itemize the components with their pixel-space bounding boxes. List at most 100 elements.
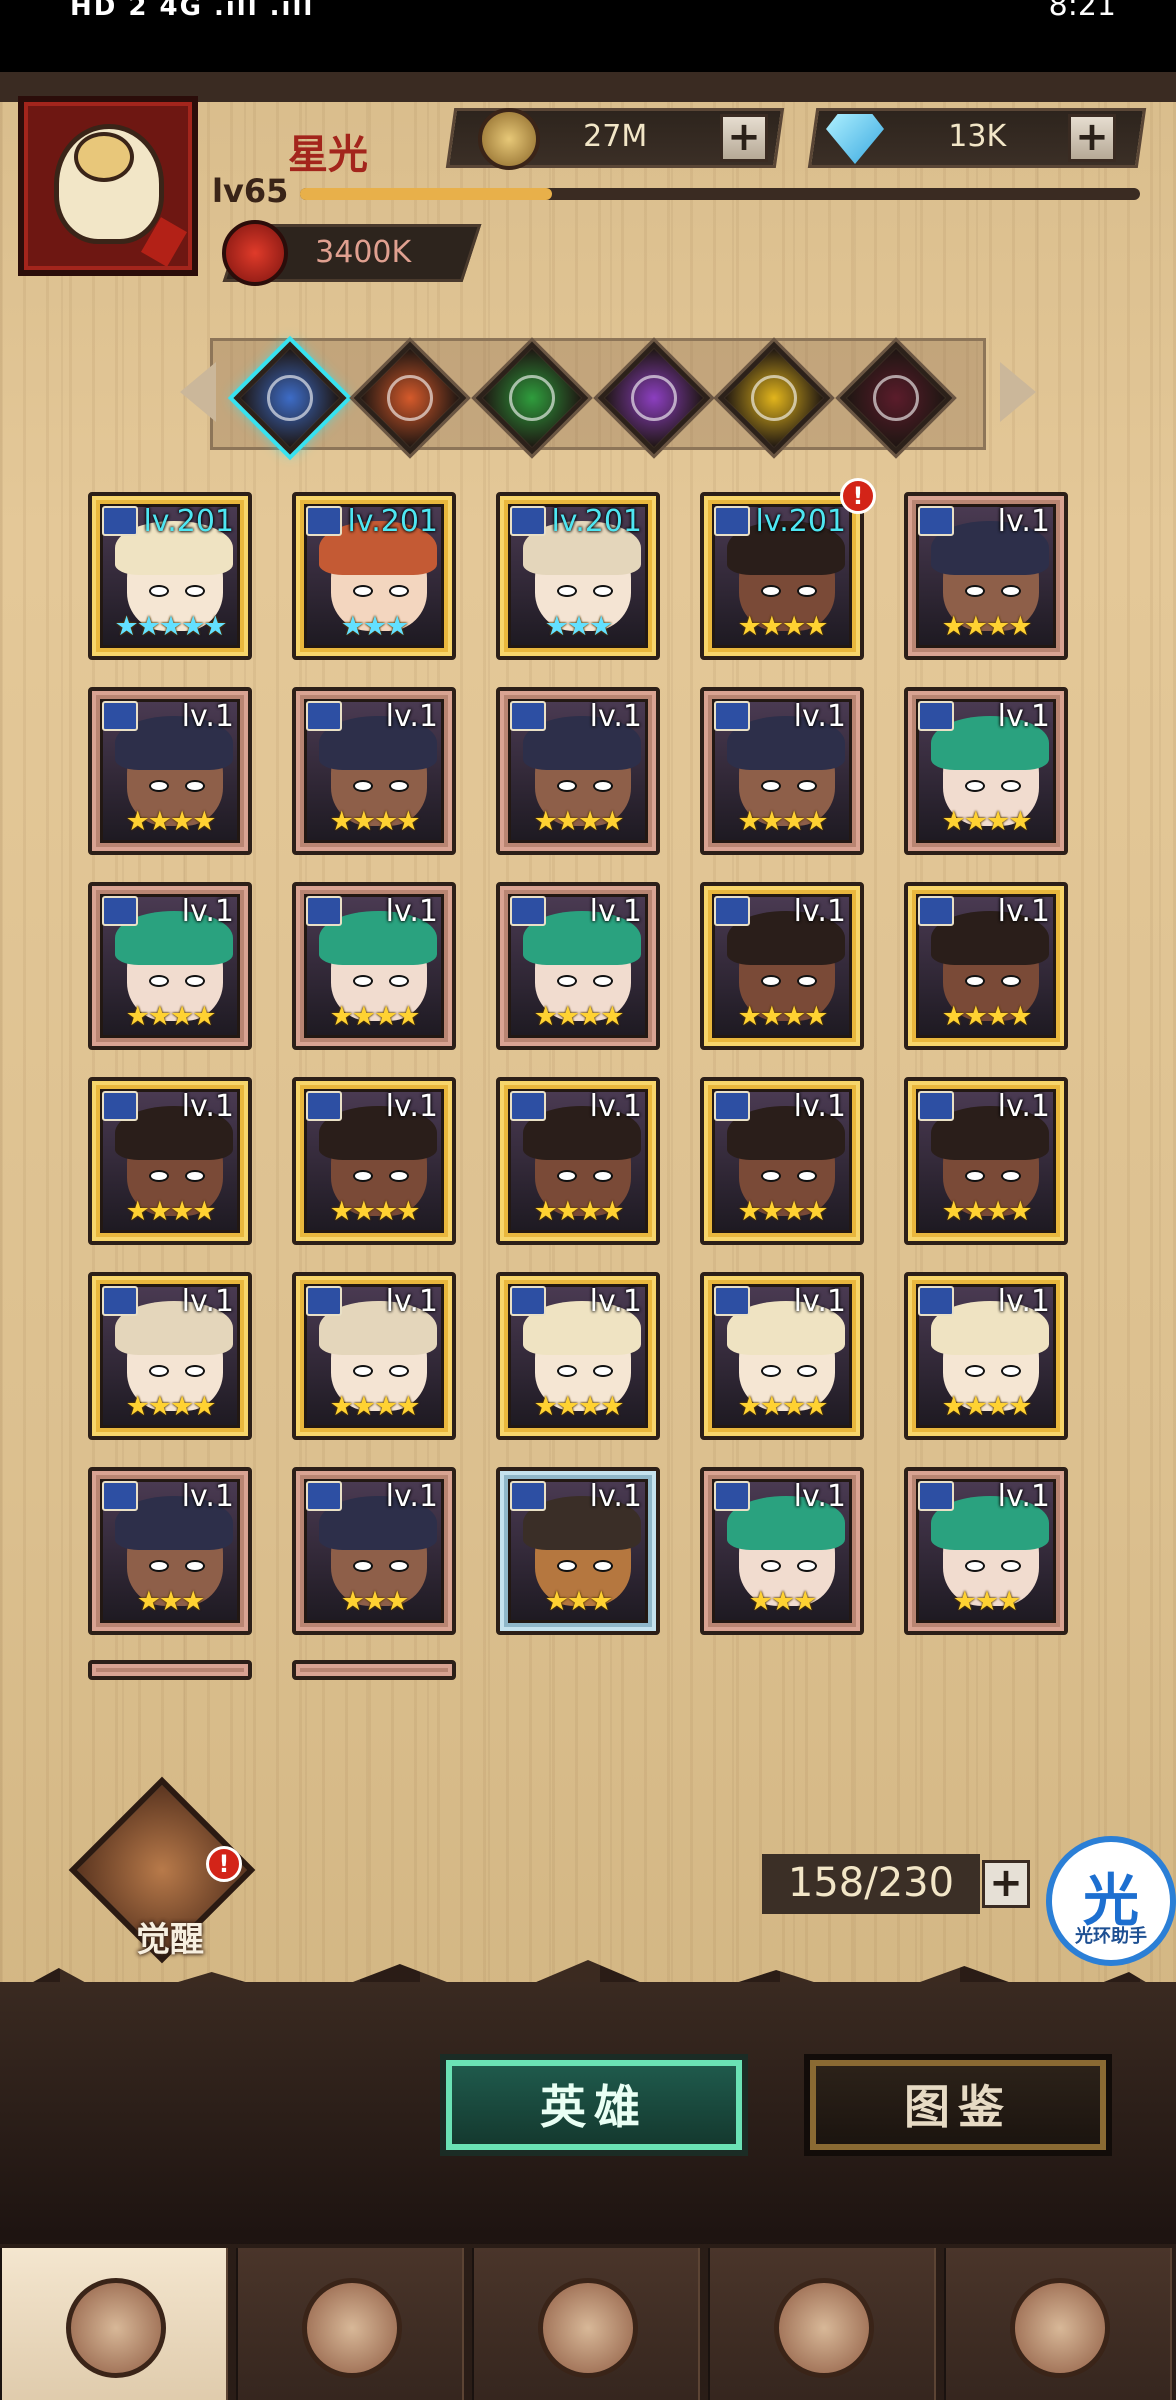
hero-card[interactable]: lv.1 ★★★★	[700, 882, 864, 1050]
hero-eye	[965, 1365, 985, 1377]
hero-stars: ★★★★	[125, 1196, 217, 1227]
hero-card-partial[interactable]	[88, 1660, 252, 1680]
hero-card[interactable]: lv.1 ★★★	[904, 1467, 1068, 1635]
nav-crossed-swords[interactable]	[472, 2248, 700, 2400]
hero-stars: ★★★★	[737, 1001, 829, 1032]
tab-codex[interactable]: 图鉴	[810, 2060, 1106, 2150]
hero-list-screen: 星光 lv65 27M + 13K + 3400K lv.201 ★★★★★ lv.…	[0, 72, 1176, 2400]
hero-eye	[761, 1170, 781, 1182]
hero-card[interactable]: lv.201 ★★★★★	[88, 492, 252, 660]
hero-level: lv.1	[385, 1479, 438, 1514]
hero-eye	[1001, 780, 1021, 792]
nav-knight-helmet[interactable]: 英雄	[0, 2248, 228, 2400]
hero-card[interactable]: lv.1 ★★★★	[904, 687, 1068, 855]
hero-card[interactable]: lv.1 ★★★★	[700, 687, 864, 855]
class-sword-icon	[918, 1286, 954, 1316]
hero-level: lv.1	[793, 894, 846, 929]
hero-eye	[557, 780, 577, 792]
hero-eye	[557, 975, 577, 987]
hero-stars: ★★★★	[125, 806, 217, 837]
hero-card[interactable]: lv.1 ★★★★	[88, 687, 252, 855]
nav-pirate-flag[interactable]	[236, 2248, 464, 2400]
hero-level: lv.1	[793, 1479, 846, 1514]
tab-heroes[interactable]: 英雄	[446, 2060, 742, 2150]
hero-level: lv.1	[589, 699, 642, 734]
halo-assistant-button[interactable]: 光 光环助手	[1046, 1836, 1176, 1966]
hero-level: lv.1	[997, 894, 1050, 929]
faction-emblem	[257, 365, 323, 431]
hero-card[interactable]: lv.1 ★★★★	[904, 882, 1068, 1050]
hero-card[interactable]: lv.1 ★★★★	[496, 1077, 660, 1245]
hero-eye	[593, 585, 613, 597]
hero-eye	[389, 1365, 409, 1377]
hero-card[interactable]: lv.201 ★★★	[292, 492, 456, 660]
hero-stars: ★★★★	[329, 1196, 421, 1227]
hero-eye	[389, 585, 409, 597]
hero-stars: ★★★	[136, 1586, 206, 1617]
class-sword-icon	[918, 1091, 954, 1121]
hero-eye	[761, 780, 781, 792]
hero-card[interactable]: lv.1 ★★★★	[496, 687, 660, 855]
class-sword-icon	[306, 896, 342, 926]
hero-card[interactable]: lv.1 ★★★	[292, 1467, 456, 1635]
class-sword-icon	[510, 1091, 546, 1121]
hero-card[interactable]: lv.1 ★★★	[88, 1467, 252, 1635]
hero-eye	[797, 1170, 817, 1182]
class-sword-icon	[102, 1286, 138, 1316]
class-sword-icon	[306, 506, 342, 536]
awaken-label: 觉醒	[136, 1920, 204, 1960]
hero-eye	[353, 780, 373, 792]
fist-icon	[222, 220, 288, 286]
hero-card[interactable]: lv.1 ★★★★	[496, 1272, 660, 1440]
hero-eye	[185, 1560, 205, 1572]
hero-eye	[185, 1365, 205, 1377]
class-sword-icon	[102, 701, 138, 731]
hero-card[interactable]: lv.201 ★★★★	[700, 492, 864, 660]
hero-level: lv.1	[997, 1089, 1050, 1124]
nav-tower[interactable]	[708, 2248, 936, 2400]
add-diamond-button[interactable]: +	[1068, 114, 1116, 162]
hero-card[interactable]: lv.201 ★★★	[496, 492, 660, 660]
hero-eye	[1001, 1170, 1021, 1182]
hero-card[interactable]: lv.1 ★★★★	[88, 1272, 252, 1440]
hero-card[interactable]: lv.1 ★★★★	[700, 1077, 864, 1245]
hero-card[interactable]: lv.1 ★★★	[700, 1467, 864, 1635]
hero-card[interactable]: lv.1 ★★★★	[292, 687, 456, 855]
hero-card[interactable]: lv.1 ★★★★	[700, 1272, 864, 1440]
hero-card[interactable]: lv.1 ★★★★	[904, 492, 1068, 660]
hero-eye	[389, 1170, 409, 1182]
class-sword-icon	[918, 701, 954, 731]
nav-guild-handshake[interactable]	[944, 2248, 1172, 2400]
hero-eye	[593, 1170, 613, 1182]
hero-card[interactable]: lv.1 ★★★★	[88, 1077, 252, 1245]
hero-stars: ★★★	[544, 1586, 614, 1617]
faction-prev-arrow-icon[interactable]	[180, 362, 216, 422]
expand-capacity-button[interactable]: +	[982, 1860, 1030, 1908]
hero-eye	[353, 1170, 373, 1182]
hero-level: lv.1	[589, 1089, 642, 1124]
class-sword-icon	[102, 1481, 138, 1511]
hero-card[interactable]: lv.1 ★★★★	[88, 882, 252, 1050]
hero-card[interactable]: lv.1 ★★★★	[292, 1272, 456, 1440]
hero-card-partial[interactable]	[292, 1660, 456, 1680]
hero-capacity: 158/230	[762, 1854, 980, 1914]
faction-next-arrow-icon[interactable]	[1000, 362, 1036, 422]
class-sword-icon	[102, 1091, 138, 1121]
faction-emblem	[741, 365, 807, 431]
gold-coin-icon	[478, 108, 540, 170]
class-sword-icon	[510, 1286, 546, 1316]
player-avatar[interactable]	[18, 96, 198, 276]
hero-card[interactable]: lv.1 ★★★★	[292, 882, 456, 1050]
hero-card[interactable]: lv.1 ★★★★	[904, 1272, 1068, 1440]
network-status: HD 2 4G .ıll .ıll	[70, 0, 315, 22]
hero-stars: ★★★★	[941, 1001, 1033, 1032]
xp-bar	[300, 188, 1140, 200]
hero-card[interactable]: lv.1 ★★★	[496, 1467, 660, 1635]
hero-eye	[185, 1170, 205, 1182]
add-gold-button[interactable]: +	[720, 114, 768, 162]
hero-card[interactable]: lv.1 ★★★★	[904, 1077, 1068, 1245]
hero-card[interactable]: lv.1 ★★★★	[496, 882, 660, 1050]
hero-level: lv.1	[793, 1089, 846, 1124]
hero-eye	[965, 585, 985, 597]
hero-card[interactable]: lv.1 ★★★★	[292, 1077, 456, 1245]
